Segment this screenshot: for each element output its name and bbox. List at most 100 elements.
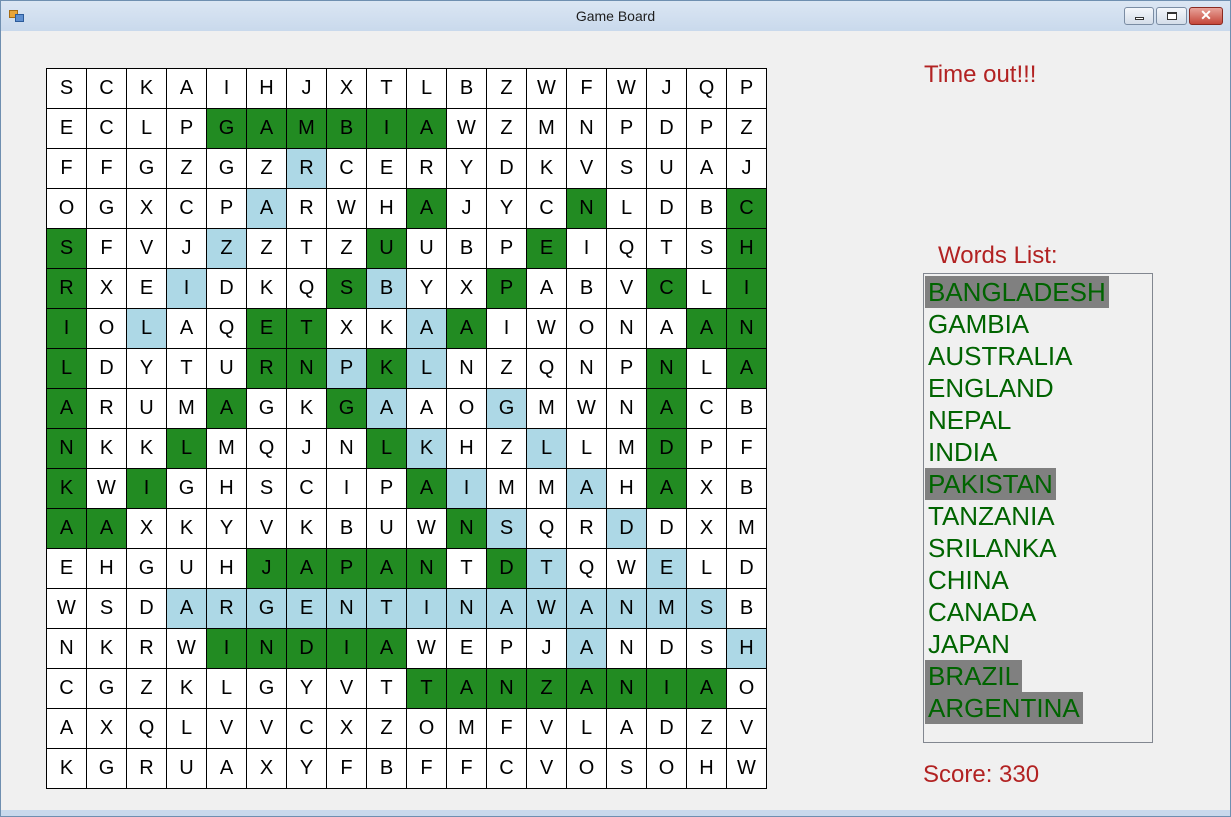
grid-cell[interactable]: L bbox=[407, 69, 447, 109]
grid-cell[interactable]: A bbox=[207, 389, 247, 429]
grid-cell[interactable]: L bbox=[567, 429, 607, 469]
grid-cell[interactable]: N bbox=[607, 309, 647, 349]
grid-cell[interactable]: E bbox=[527, 229, 567, 269]
grid-cell[interactable]: Y bbox=[207, 509, 247, 549]
grid-cell[interactable]: K bbox=[367, 349, 407, 389]
grid-cell[interactable]: T bbox=[527, 549, 567, 589]
grid-cell[interactable]: O bbox=[47, 189, 87, 229]
grid-cell[interactable]: M bbox=[527, 469, 567, 509]
grid-cell[interactable]: H bbox=[207, 549, 247, 589]
grid-cell[interactable]: R bbox=[287, 189, 327, 229]
grid-cell[interactable]: M bbox=[447, 709, 487, 749]
grid-cell[interactable]: Z bbox=[687, 709, 727, 749]
grid-cell[interactable]: A bbox=[87, 509, 127, 549]
grid-cell[interactable]: K bbox=[47, 749, 87, 789]
grid-cell[interactable]: F bbox=[447, 749, 487, 789]
grid-cell[interactable]: S bbox=[327, 269, 367, 309]
grid-cell[interactable]: S bbox=[47, 69, 87, 109]
grid-cell[interactable]: N bbox=[447, 349, 487, 389]
grid-cell[interactable]: V bbox=[127, 229, 167, 269]
grid-cell[interactable]: D bbox=[127, 589, 167, 629]
grid-cell[interactable]: X bbox=[327, 69, 367, 109]
grid-cell[interactable]: T bbox=[367, 69, 407, 109]
grid-cell[interactable]: C bbox=[87, 69, 127, 109]
title-bar[interactable]: Game Board ✕ bbox=[1, 1, 1230, 31]
grid-cell[interactable]: N bbox=[607, 389, 647, 429]
grid-cell[interactable]: J bbox=[287, 69, 327, 109]
word-list-item[interactable]: SRILANKA bbox=[925, 532, 1060, 564]
grid-cell[interactable]: J bbox=[527, 629, 567, 669]
grid-cell[interactable]: F bbox=[407, 749, 447, 789]
grid-cell[interactable]: C bbox=[47, 669, 87, 709]
grid-cell[interactable]: P bbox=[607, 349, 647, 389]
grid-cell[interactable]: Y bbox=[407, 269, 447, 309]
grid-cell[interactable]: X bbox=[447, 269, 487, 309]
grid-cell[interactable]: N bbox=[327, 589, 367, 629]
grid-cell[interactable]: N bbox=[567, 189, 607, 229]
word-list-item[interactable]: GAMBIA bbox=[925, 308, 1032, 340]
grid-cell[interactable]: N bbox=[47, 629, 87, 669]
grid-cell[interactable]: A bbox=[687, 149, 727, 189]
grid-cell[interactable]: N bbox=[607, 629, 647, 669]
grid-cell[interactable]: S bbox=[687, 629, 727, 669]
grid-cell[interactable]: A bbox=[567, 469, 607, 509]
grid-cell[interactable]: N bbox=[327, 429, 367, 469]
grid-cell[interactable]: U bbox=[127, 389, 167, 429]
grid-cell[interactable]: P bbox=[487, 629, 527, 669]
grid-cell[interactable]: E bbox=[447, 629, 487, 669]
grid-cell[interactable]: S bbox=[247, 469, 287, 509]
grid-cell[interactable]: K bbox=[47, 469, 87, 509]
grid-cell[interactable]: J bbox=[167, 229, 207, 269]
grid-cell[interactable]: K bbox=[87, 629, 127, 669]
grid-cell[interactable]: W bbox=[447, 109, 487, 149]
grid-cell[interactable]: R bbox=[87, 389, 127, 429]
grid-cell[interactable]: A bbox=[407, 469, 447, 509]
grid-cell[interactable]: D bbox=[647, 629, 687, 669]
grid-cell[interactable]: S bbox=[607, 149, 647, 189]
grid-cell[interactable]: K bbox=[167, 669, 207, 709]
grid-cell[interactable]: Z bbox=[487, 69, 527, 109]
grid-cell[interactable]: S bbox=[487, 509, 527, 549]
grid-cell[interactable]: W bbox=[527, 589, 567, 629]
grid-cell[interactable]: M bbox=[647, 589, 687, 629]
grid-cell[interactable]: A bbox=[167, 589, 207, 629]
word-list-item[interactable]: ENGLAND bbox=[925, 372, 1057, 404]
grid-cell[interactable]: F bbox=[727, 429, 767, 469]
grid-cell[interactable]: R bbox=[127, 629, 167, 669]
grid-cell[interactable]: X bbox=[87, 709, 127, 749]
grid-cell[interactable]: N bbox=[647, 349, 687, 389]
grid-cell[interactable]: W bbox=[727, 749, 767, 789]
grid-cell[interactable]: D bbox=[487, 549, 527, 589]
grid-cell[interactable]: Z bbox=[727, 109, 767, 149]
grid-cell[interactable]: A bbox=[527, 269, 567, 309]
grid-cell[interactable]: W bbox=[527, 69, 567, 109]
grid-cell[interactable]: A bbox=[47, 509, 87, 549]
grid-cell[interactable]: R bbox=[207, 589, 247, 629]
grid-cell[interactable]: J bbox=[247, 549, 287, 589]
grid-cell[interactable]: I bbox=[567, 229, 607, 269]
grid-cell[interactable]: D bbox=[727, 549, 767, 589]
grid-cell[interactable]: W bbox=[407, 629, 447, 669]
grid-cell[interactable]: L bbox=[167, 429, 207, 469]
grid-cell[interactable]: B bbox=[367, 269, 407, 309]
grid-cell[interactable]: K bbox=[127, 69, 167, 109]
grid-cell[interactable]: F bbox=[567, 69, 607, 109]
grid-cell[interactable]: H bbox=[607, 469, 647, 509]
grid-cell[interactable]: P bbox=[327, 549, 367, 589]
grid-cell[interactable]: G bbox=[487, 389, 527, 429]
grid-cell[interactable]: H bbox=[367, 189, 407, 229]
maximize-button[interactable] bbox=[1156, 7, 1187, 25]
grid-cell[interactable]: A bbox=[687, 669, 727, 709]
grid-cell[interactable]: E bbox=[287, 589, 327, 629]
grid-cell[interactable]: C bbox=[487, 749, 527, 789]
grid-cell[interactable]: P bbox=[327, 349, 367, 389]
grid-cell[interactable]: N bbox=[287, 349, 327, 389]
grid-cell[interactable]: U bbox=[167, 749, 207, 789]
grid-cell[interactable]: L bbox=[687, 549, 727, 589]
grid-cell[interactable]: X bbox=[87, 269, 127, 309]
grid-cell[interactable]: A bbox=[247, 189, 287, 229]
grid-cell[interactable]: C bbox=[527, 189, 567, 229]
minimize-button[interactable] bbox=[1124, 7, 1154, 25]
grid-cell[interactable]: Z bbox=[327, 229, 367, 269]
grid-cell[interactable]: V bbox=[247, 509, 287, 549]
